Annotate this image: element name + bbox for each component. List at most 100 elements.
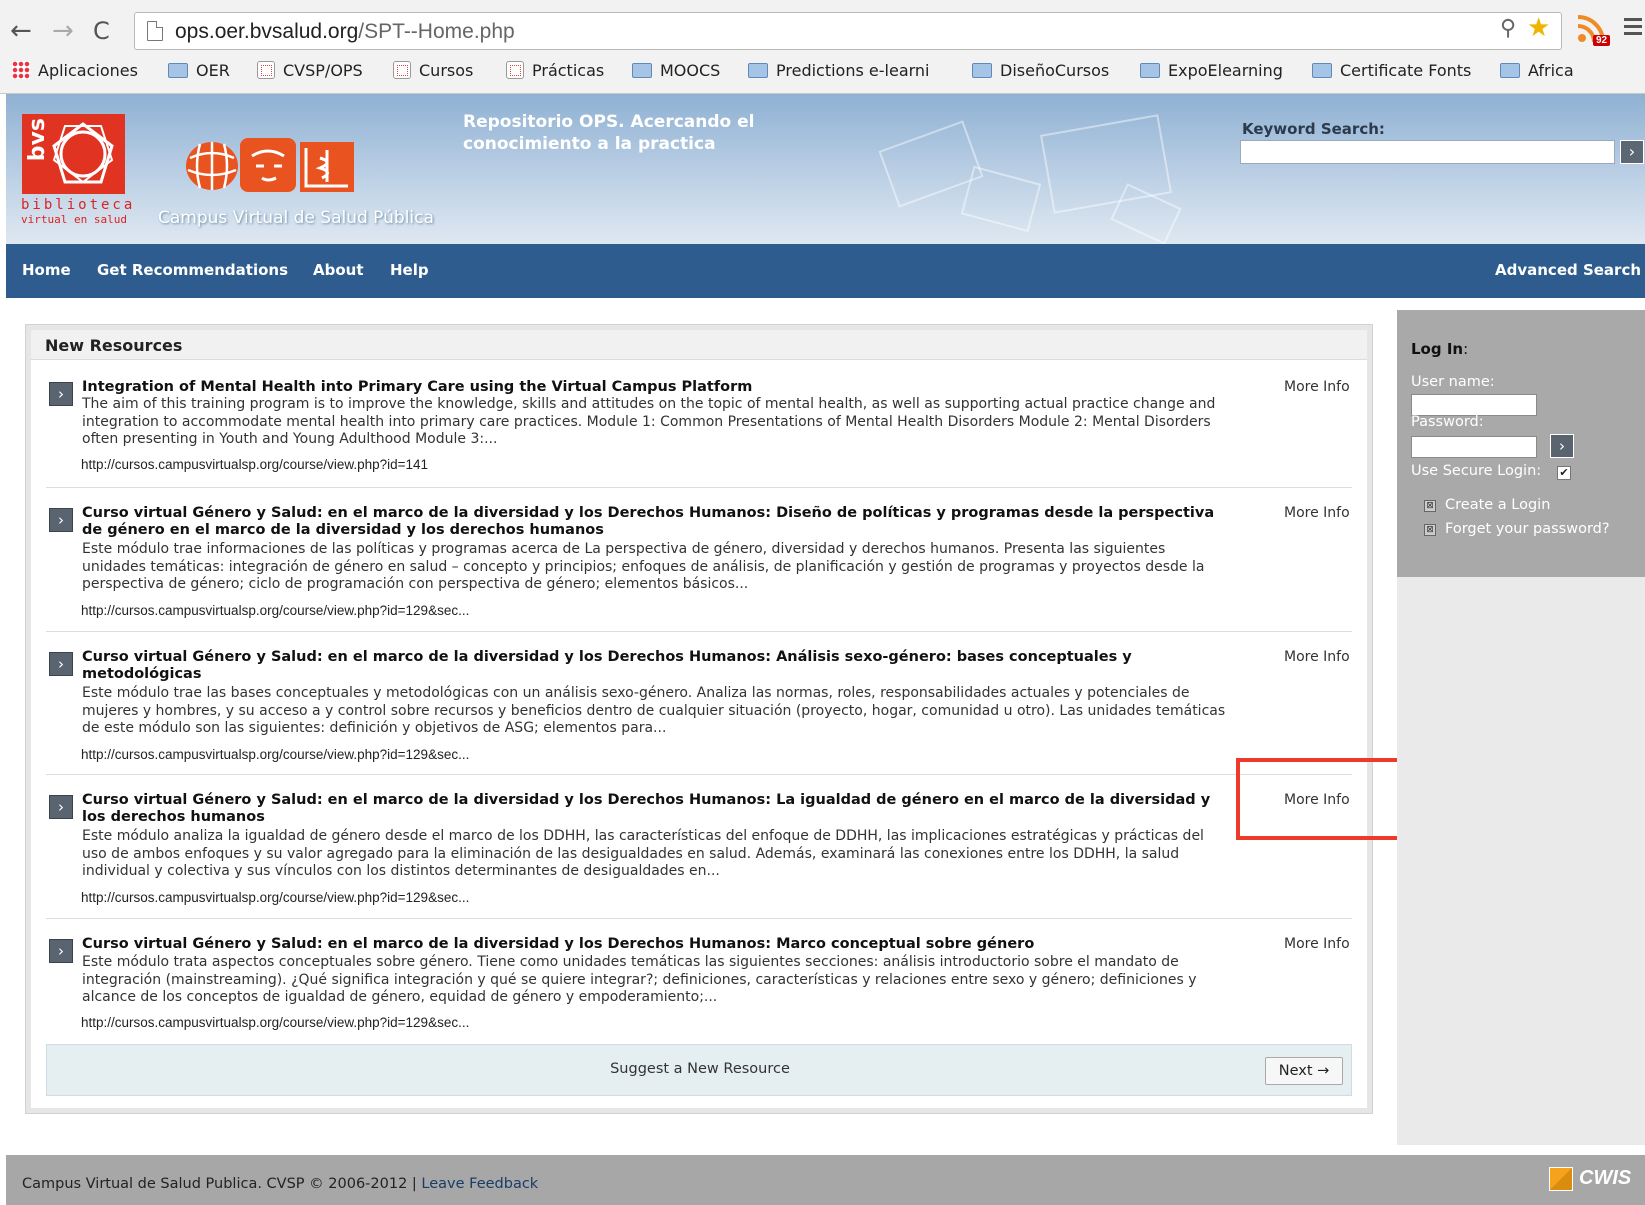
bookmarks-bar: Aplicaciones OER CVSP/OPS Cursos Práctic… xyxy=(0,58,1645,88)
resource-title[interactable]: Curso virtual Género y Salud: en el marc… xyxy=(82,792,1232,826)
resource-description: The aim of this training program is to i… xyxy=(82,396,1216,447)
back-arrow-icon[interactable]: ← xyxy=(10,16,32,46)
more-info-link[interactable]: More Info xyxy=(1284,649,1350,665)
highlight-annotation-box xyxy=(1236,758,1416,840)
keyword-search-button[interactable]: › xyxy=(1620,140,1644,164)
forward-arrow-icon[interactable]: → xyxy=(52,16,74,46)
username-label: User name: xyxy=(1411,374,1495,390)
url-text[interactable]: ops.oer.bvsalud.org/SPT--Home.php xyxy=(175,20,515,44)
apps-grid-icon xyxy=(12,61,30,79)
expand-arrow-icon[interactable]: › xyxy=(49,939,73,963)
bookmark-expoelearning[interactable]: ExpoElearning xyxy=(1140,61,1283,80)
nav-about[interactable]: About xyxy=(313,261,364,279)
calendar-icon xyxy=(506,61,524,79)
bvs-logo[interactable]: bvs xyxy=(22,114,125,194)
bookmark-oer[interactable]: OER xyxy=(168,61,230,80)
bookmark-aplicaciones[interactable]: Aplicaciones xyxy=(12,61,138,80)
expand-arrow-icon[interactable]: › xyxy=(49,508,73,532)
keyword-search-input[interactable] xyxy=(1240,140,1615,164)
more-info-link[interactable]: More Info xyxy=(1284,379,1350,395)
bvs-name-line1: biblioteca xyxy=(21,197,136,213)
expand-arrow-icon[interactable]: › xyxy=(49,652,73,676)
bookmark-predictions[interactable]: Predictions e-learni xyxy=(748,61,930,80)
nav-advanced-search[interactable]: Advanced Search xyxy=(1495,261,1641,279)
bookmark-cursos[interactable]: Cursos xyxy=(393,61,473,80)
resource-title[interactable]: Integration of Mental Health into Primar… xyxy=(82,379,1232,396)
bookmark-practicas[interactable]: Prácticas xyxy=(506,61,604,80)
bookmark-cvsp-ops[interactable]: CVSP/OPS xyxy=(257,61,363,80)
bookmark-disenocursos[interactable]: DiseñoCursos xyxy=(972,61,1109,80)
bookmark-moocs[interactable]: MOOCS xyxy=(632,61,720,80)
folder-icon xyxy=(168,63,188,78)
page-icon xyxy=(147,21,163,41)
bookmark-star-icon[interactable]: ★ xyxy=(1527,13,1550,43)
resource-url[interactable]: http://cursos.campusvirtualsp.org/course… xyxy=(81,890,469,905)
sidebar-background xyxy=(1397,577,1645,1145)
folder-icon xyxy=(748,63,768,78)
more-info-link[interactable]: More Info xyxy=(1284,505,1350,521)
chevron-right-icon: › xyxy=(1628,142,1636,161)
new-resources-inner: New Resources › Integration of Mental He… xyxy=(31,330,1367,1108)
chevron-right-icon: › xyxy=(1559,437,1565,455)
password-label: Password: xyxy=(1411,414,1484,430)
folder-icon xyxy=(972,63,992,78)
create-login-link[interactable]: ⊠ Create a Login xyxy=(1424,497,1550,513)
secure-login-label: Use Secure Login: xyxy=(1411,463,1542,479)
bookmark-africa[interactable]: Africa xyxy=(1500,61,1574,80)
cwis-logo[interactable]: CWIS xyxy=(1549,1165,1635,1193)
nav-help[interactable]: Help xyxy=(390,261,429,279)
calendar-icon xyxy=(257,61,275,79)
expand-arrow-icon[interactable]: › xyxy=(49,795,73,819)
secure-login-checkbox[interactable]: ✔ xyxy=(1557,466,1571,480)
expand-box-icon: ⊠ xyxy=(1424,524,1436,536)
address-bar[interactable]: ops.oer.bvsalud.org/SPT--Home.php xyxy=(134,12,1562,50)
resource-description: Este módulo analiza la igualdad de géner… xyxy=(82,828,1204,879)
site-name: Campus Virtual de Salud Pública xyxy=(158,208,434,228)
site-header: bvs biblioteca virtual en salud Campus V… xyxy=(6,94,1645,244)
resource-item: › Integration of Mental Health into Prim… xyxy=(46,376,1352,488)
main-navigation: Home Get Recommendations About Help Adva… xyxy=(6,244,1645,298)
resource-title[interactable]: Curso virtual Género y Salud: en el marc… xyxy=(82,649,1232,683)
panel-title: New Resources xyxy=(31,330,1367,360)
resource-item: › Curso virtual Género y Salud: en el ma… xyxy=(46,632,1352,775)
expand-arrow-icon[interactable]: › xyxy=(49,382,73,406)
bookmark-certificate-fonts[interactable]: Certificate Fonts xyxy=(1312,61,1471,80)
resource-url[interactable]: http://cursos.campusvirtualsp.org/course… xyxy=(81,603,469,618)
reload-icon[interactable]: C xyxy=(93,16,110,46)
resource-url[interactable]: http://cursos.campusvirtualsp.org/course… xyxy=(81,457,428,472)
calendar-icon xyxy=(393,61,411,79)
login-sidebar: Log In: User name: Password: › Use Secur… xyxy=(1397,310,1645,577)
resource-url[interactable]: http://cursos.campusvirtualsp.org/course… xyxy=(81,747,469,762)
nav-get-recommendations[interactable]: Get Recommendations xyxy=(97,261,288,279)
more-info-link[interactable]: More Info xyxy=(1284,936,1350,952)
resource-item: › Curso virtual Género y Salud: en el ma… xyxy=(46,488,1352,632)
resource-item: › Curso virtual Género y Salud: en el ma… xyxy=(46,919,1352,1037)
resource-title[interactable]: Curso virtual Género y Salud: en el marc… xyxy=(82,936,1232,953)
resource-item: › Curso virtual Género y Salud: en el ma… xyxy=(46,775,1352,919)
resource-url[interactable]: http://cursos.campusvirtualsp.org/course… xyxy=(81,1015,469,1030)
expand-box-icon: ⊠ xyxy=(1424,500,1436,512)
suggest-resource-link[interactable]: Suggest a New Resource xyxy=(47,1061,1353,1077)
bvs-star-icon xyxy=(52,122,114,184)
forgot-password-link[interactable]: ⊠ Forget your password? xyxy=(1424,521,1610,537)
login-submit-button[interactable]: › xyxy=(1550,434,1574,458)
browser-chrome: ← → C ops.oer.bvsalud.org/SPT--Home.php … xyxy=(0,0,1645,94)
keyword-search-label: Keyword Search: xyxy=(1242,120,1385,138)
zoom-icon[interactable]: ⚲ xyxy=(1500,16,1516,41)
footer-text: Campus Virtual de Salud Publica. CVSP © … xyxy=(22,1176,539,1192)
resource-description: Este módulo trata aspectos conceptuales … xyxy=(82,954,1197,1005)
resource-description: Este módulo trae informaciones de las po… xyxy=(82,541,1205,592)
new-resources-panel: New Resources › Integration of Mental He… xyxy=(25,324,1373,1114)
page-footer: Campus Virtual de Salud Publica. CVSP © … xyxy=(6,1155,1645,1205)
leave-feedback-link[interactable]: Leave Feedback xyxy=(421,1176,538,1192)
decorative-shape xyxy=(960,165,1042,233)
password-input[interactable] xyxy=(1411,436,1537,458)
menu-icon[interactable] xyxy=(1624,18,1642,39)
next-page-button[interactable]: Next → xyxy=(1265,1057,1343,1085)
nav-home[interactable]: Home xyxy=(22,261,71,279)
resource-title[interactable]: Curso virtual Género y Salud: en el marc… xyxy=(82,505,1232,539)
folder-icon xyxy=(1312,63,1332,78)
cvsp-logo[interactable] xyxy=(182,128,362,198)
resource-description: Este módulo trae las bases conceptuales … xyxy=(82,685,1226,736)
username-input[interactable] xyxy=(1411,394,1537,416)
